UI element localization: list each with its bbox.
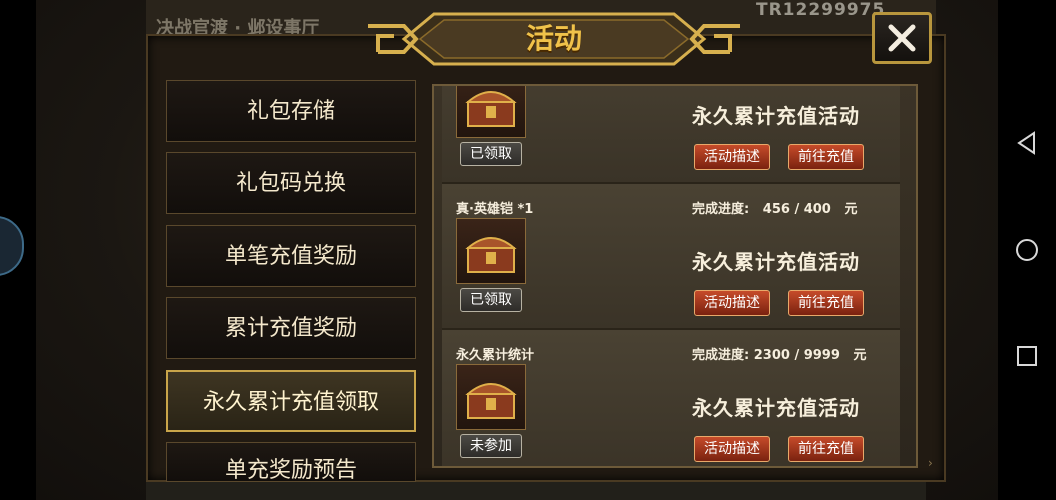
- recent-apps-button[interactable]: [1012, 341, 1042, 371]
- treasure-chest-icon: [456, 364, 526, 430]
- sidebar-item-label: 礼包码兑换: [235, 171, 346, 196]
- claimed-status-button[interactable]: 已领取: [460, 142, 522, 166]
- sidebar-item-permanent-cumulative[interactable]: 永久累计充值领取: [166, 370, 416, 432]
- scroll-down-arrow-icon[interactable]: ›: [928, 456, 938, 470]
- activity-description-button[interactable]: 活动描述: [694, 436, 770, 462]
- close-icon: [888, 24, 916, 52]
- activity-name: 永久累计充值活动: [692, 104, 860, 128]
- dialog-title: 活动: [525, 22, 582, 55]
- sidebar-item-gift-storage[interactable]: 礼包存储: [166, 80, 416, 142]
- progress-text: 完成进度: 2300 / 9999 元: [692, 348, 867, 363]
- go-recharge-button[interactable]: 前往充值: [788, 290, 864, 316]
- activity-name: 永久累计充值活动: [692, 250, 860, 274]
- activity-name: 永久累计充值活动: [692, 396, 860, 420]
- recent-square-icon: [1017, 346, 1037, 366]
- system-navigation-bar: [998, 0, 1056, 500]
- go-recharge-button[interactable]: 前往充值: [788, 144, 864, 170]
- title-plate: 活动: [364, 6, 744, 72]
- reward-title: 永久累计统计: [456, 348, 535, 363]
- sidebar-item-label: 单笔充值奖励: [224, 244, 357, 269]
- sidebar-item-single-recharge[interactable]: 单笔充值奖励: [166, 225, 416, 287]
- not-joined-status-button[interactable]: 未参加: [460, 434, 522, 458]
- sidebar-item-label: 礼包存储: [246, 99, 335, 124]
- sidebar-item-gift-code[interactable]: 礼包码兑换: [166, 152, 416, 214]
- sidebar-item-label: 永久累计充值领取: [202, 390, 379, 415]
- back-triangle-icon: [1017, 131, 1035, 155]
- go-recharge-button[interactable]: 前往充值: [788, 436, 864, 462]
- home-circle-icon: [1016, 239, 1038, 261]
- close-button[interactable]: [872, 12, 932, 64]
- activity-description-button[interactable]: 活动描述: [694, 144, 770, 170]
- sidebar-item-recharge-preview[interactable]: 单充奖励预告: [166, 442, 416, 482]
- home-button[interactable]: [1012, 235, 1042, 265]
- server-id-text: TR12299975: [756, 0, 886, 20]
- reward-title: 真·英雄铠 *1: [456, 202, 534, 217]
- activity-row: 真·英雄铠 *1 完成进度: 456 / 400 元 永久累计充值活动 已领取 …: [442, 184, 900, 330]
- claimed-status-button[interactable]: 已领取: [460, 288, 522, 312]
- activity-list[interactable]: 永久累计充值活动 已领取 活动描述 前往充值 真·英雄铠 *1 完成进度: 45…: [432, 84, 918, 468]
- sidebar-item-label: 单充奖励预告: [224, 458, 357, 482]
- activity-row: 永久累计充值活动 已领取 活动描述 前往充值: [442, 86, 900, 184]
- progress-text: 完成进度: 456 / 400 元: [692, 202, 858, 217]
- treasure-chest-icon: [456, 218, 526, 284]
- activity-row: 永久累计统计 完成进度: 2300 / 9999 元 永久累计充值活动 未参加 …: [442, 330, 900, 466]
- treasure-chest-icon: [456, 86, 526, 138]
- back-button[interactable]: [1012, 128, 1042, 158]
- sidebar-item-label: 累计充值奖励: [224, 316, 357, 341]
- activity-description-button[interactable]: 活动描述: [694, 290, 770, 316]
- sidebar-item-cumulative-recharge[interactable]: 累计充值奖励: [166, 297, 416, 359]
